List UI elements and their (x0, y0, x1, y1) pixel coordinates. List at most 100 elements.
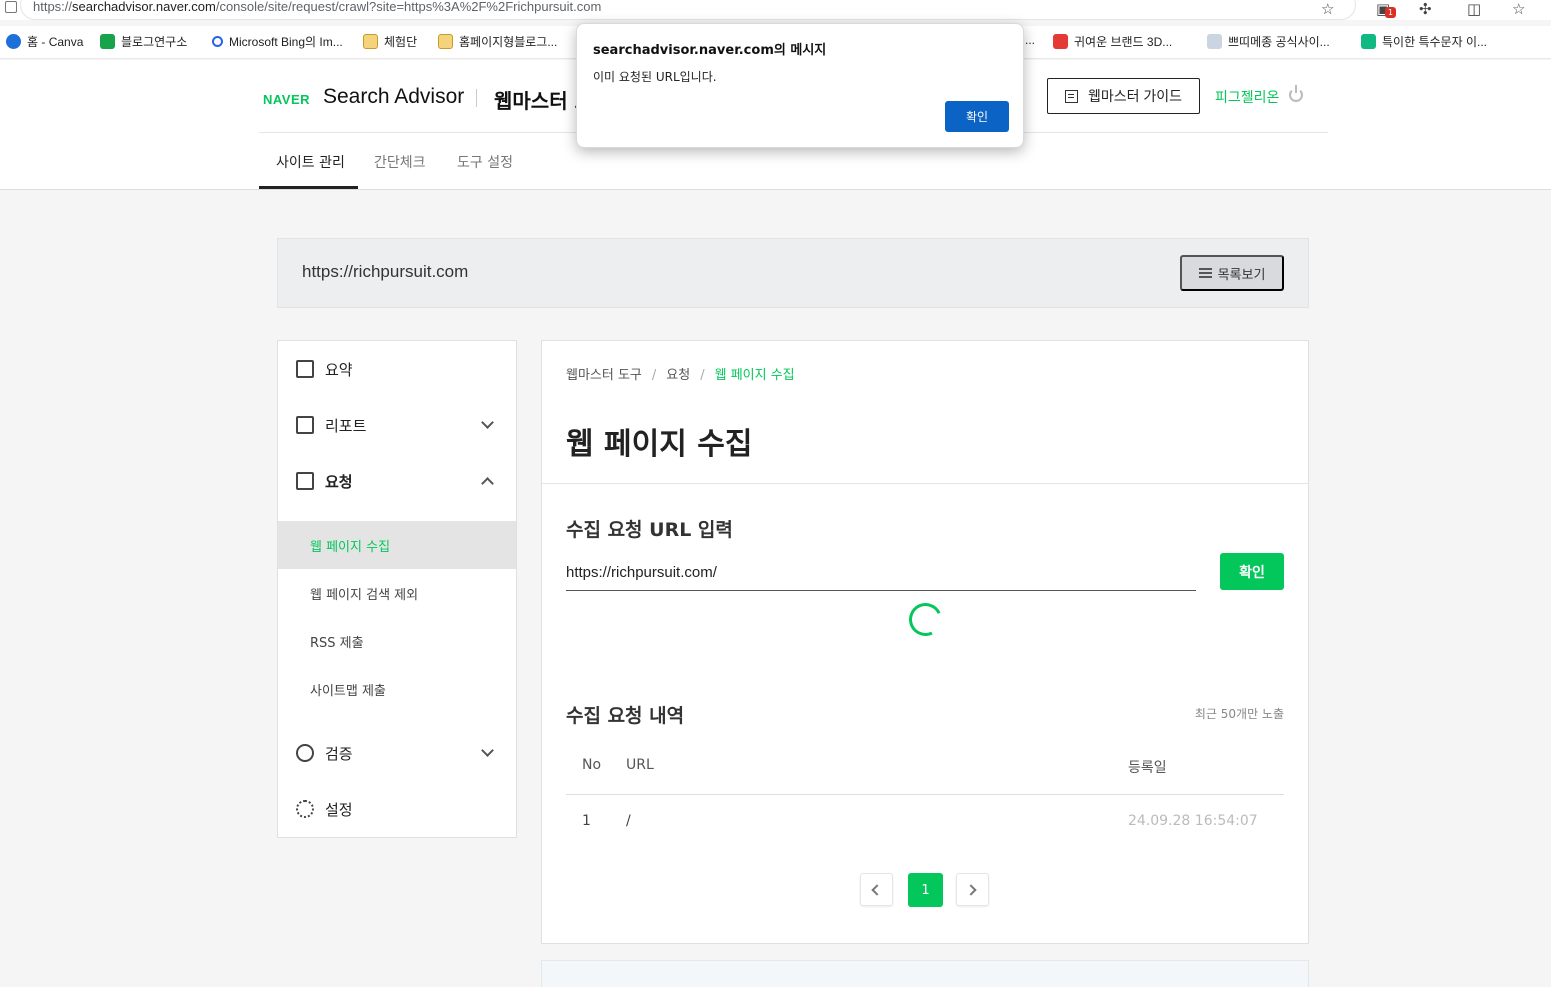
sidebar-item-verify[interactable]: 검증 (278, 733, 516, 773)
sidebar: 요약 리포트 요청 웹 페이지 수집 웹 페이지 검색 제외 RSS 제출 사이… (277, 340, 517, 838)
list-view-label: 목록보기 (1217, 266, 1266, 282)
sidebar-item-settings[interactable]: 설정 (278, 789, 516, 829)
bookmark-label: 홈 - Canva (27, 35, 84, 49)
recent-note: 최근 50개만 노출 (1194, 707, 1284, 721)
checkbox-icon (296, 472, 314, 490)
pagination-page-1[interactable]: 1 (908, 873, 943, 907)
bookmark-hidden[interactable]: ... (1025, 33, 1035, 47)
bookmark-petit-maison[interactable]: 쁘띠메종 공식사이... (1207, 33, 1330, 50)
address-bar[interactable]: https://searchadvisor.naver.com/console/… (0, 0, 1551, 20)
tab-tool-settings[interactable]: 도구 설정 (457, 152, 513, 172)
dialog-title: searchadvisor.naver.com의 메시지 (593, 43, 827, 58)
sidebar-item-label: 요약 (325, 360, 353, 379)
chevron-left-icon (871, 884, 883, 896)
site-bar: https://richpursuit.com 목록보기 (277, 238, 1309, 308)
bookmark-label: 홈페이지형블로그... (459, 35, 558, 49)
alert-dialog: searchadvisor.naver.com의 메시지 이미 요청된 URL입… (576, 23, 1024, 148)
panel-divider (542, 483, 1308, 484)
column-header-no: No (582, 757, 602, 773)
bookmark-folder-homepage-blog[interactable]: 홈페이지형블로그... (438, 33, 557, 50)
bookmark-label: 귀여운 브랜드 3D... (1074, 35, 1173, 49)
row-date: 24.09.28 16:54:07 (1128, 813, 1258, 829)
extension-badge: 1 (1385, 7, 1396, 18)
extensions-puzzle-icon[interactable]: ✣ (1419, 0, 1432, 18)
list-view-button[interactable]: 목록보기 (1180, 255, 1284, 291)
canva-icon (6, 34, 21, 49)
breadcrumb-request[interactable]: 요청 (666, 368, 690, 383)
chevron-down-icon (481, 416, 494, 429)
star-icon[interactable]: ☆ (1321, 0, 1334, 18)
sidebar-item-label: 설정 (325, 800, 353, 819)
favorites-icon[interactable]: ☆ (1512, 0, 1525, 18)
webmaster-guide-button[interactable]: 웹마스터 가이드 (1047, 78, 1200, 114)
search-advisor-logo[interactable]: Search Advisor (323, 85, 464, 109)
clipboard-icon (296, 360, 314, 378)
sidebar-item-label: 검증 (325, 744, 353, 763)
breadcrumb-separator: / (700, 368, 705, 383)
bookmark-label: 블로그연구소 (121, 35, 188, 49)
bookmark-canva[interactable]: 홈 - Canva (6, 33, 83, 50)
url-scheme: https:// (33, 0, 73, 14)
tab-site-management[interactable]: 사이트 관리 (276, 152, 345, 172)
bookmark-label: Microsoft Bing의 Im... (229, 35, 343, 49)
sidebar-sub-exclude[interactable]: 웹 페이지 검색 제외 (278, 569, 516, 617)
chevron-right-icon (965, 884, 977, 896)
pagination-next-button[interactable] (956, 873, 989, 906)
main-panel: 웹마스터 도구 / 요청 / 웹 페이지 수집 웹 페이지 수집 수집 요청 URL 입… (541, 340, 1309, 944)
sidebar-sub-crawl[interactable]: 웹 페이지 수집 (278, 521, 516, 569)
chevron-down-icon (481, 744, 494, 757)
sidebar-item-request[interactable]: 요청 (278, 461, 516, 501)
house-icon (1207, 34, 1222, 49)
row-url: / (626, 813, 631, 829)
folder-icon (363, 34, 378, 49)
page-info-icon[interactable] (5, 1, 17, 13)
bookmark-label: 쁘띠메종 공식사이... (1228, 35, 1330, 49)
gear-icon (296, 800, 314, 818)
breadcrumb-separator: / (651, 368, 657, 383)
bing-search-icon (212, 36, 223, 47)
sidebar-item-label: 요청 (325, 472, 353, 491)
page-title: 웹 페이지 수집 (566, 427, 753, 462)
breadcrumb-current: 웹 페이지 수집 (714, 368, 795, 383)
address-url[interactable]: https://searchadvisor.naver.com/console/… (33, 0, 601, 14)
bookmark-label: 체험단 (384, 35, 418, 49)
chevron-up-icon (481, 477, 494, 490)
breadcrumb-webmaster-tools[interactable]: 웹마스터 도구 (566, 368, 642, 383)
sidebar-sub-rss[interactable]: RSS 제출 (278, 617, 516, 665)
list-icon (1198, 268, 1212, 278)
column-header-date: 등록일 (1128, 760, 1167, 776)
column-header-url: URL (626, 757, 654, 773)
bookmark-folder-experience[interactable]: 체험단 (363, 33, 417, 50)
heart-icon (1361, 34, 1376, 49)
sidebar-sub-sitemap[interactable]: 사이트맵 제출 (278, 665, 516, 713)
sidebar-item-summary[interactable]: 요약 (278, 349, 516, 389)
bookmark-bing[interactable]: Microsoft Bing의 Im... (212, 33, 343, 50)
sidebar-item-report[interactable]: 리포트 (278, 405, 516, 445)
bookmark-label: ... (1025, 33, 1036, 47)
logout-power-icon[interactable] (1289, 85, 1303, 102)
bookmark-brand-3d[interactable]: 귀여운 브랜드 3D... (1053, 33, 1172, 50)
bookmark-label: 특이한 특수문자 이... (1382, 35, 1487, 49)
sidebar-item-label: 리포트 (325, 416, 367, 435)
user-name[interactable]: 피그젤리온 (1215, 87, 1279, 107)
dialog-ok-button[interactable]: 확인 (945, 101, 1009, 132)
swap-arrows-icon (296, 744, 314, 762)
document-icon (1064, 89, 1078, 103)
crawl-url-input[interactable] (566, 555, 1196, 591)
bookmark-blog-lab[interactable]: 블로그연구소 (100, 33, 187, 50)
table-divider (566, 794, 1284, 795)
next-section-card (541, 960, 1309, 987)
bookmark-special-chars[interactable]: 특이한 특수문자 이... (1361, 33, 1487, 50)
dialog-message: 이미 요청된 URL입니다. (593, 70, 717, 84)
url-input-section-title: 수집 요청 URL 입력 (566, 519, 733, 541)
naver-logo[interactable]: NAVER (263, 92, 310, 107)
logo-divider (476, 89, 477, 107)
tab-simple-check[interactable]: 간단체크 (374, 152, 426, 172)
split-screen-icon[interactable]: ◫ (1467, 0, 1481, 18)
pagination-prev-button[interactable] (860, 873, 893, 906)
brand-3d-icon (1053, 34, 1068, 49)
blog-lab-icon (100, 34, 115, 49)
folder-icon (438, 34, 453, 49)
url-host: searchadvisor.naver.com (72, 0, 216, 14)
confirm-button[interactable]: 확인 (1220, 553, 1284, 590)
